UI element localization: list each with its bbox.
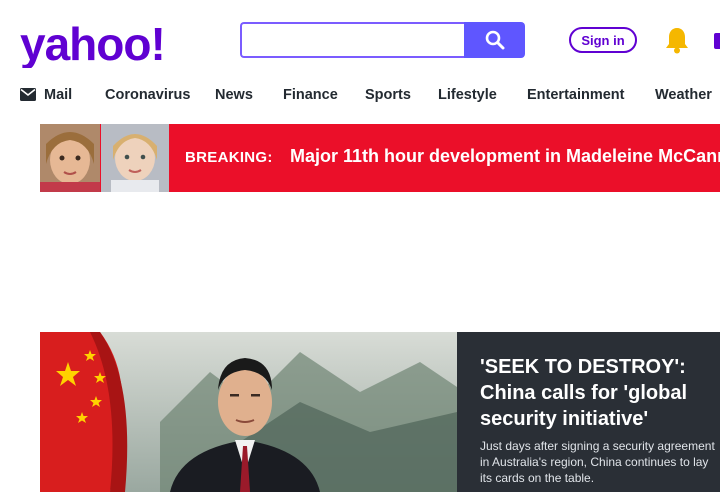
search-button[interactable] <box>464 22 525 58</box>
nav-item-news[interactable]: News <box>215 84 253 106</box>
nav-item-sports[interactable]: Sports <box>365 84 411 106</box>
svg-text:yahoo!: yahoo! <box>20 18 165 68</box>
breaking-thumbnail-2 <box>101 124 169 192</box>
search-icon <box>485 30 504 50</box>
story-image <box>40 332 457 492</box>
top-story-card[interactable]: 'SEEK TO DESTROY': China calls for 'glob… <box>40 332 720 492</box>
mail-icon <box>20 88 36 101</box>
nav-item-finance[interactable]: Finance <box>283 84 338 106</box>
breaking-news-banner[interactable]: BREAKING: Major 11th hour development in… <box>40 124 720 192</box>
breaking-headline[interactable]: Major 11th hour development in Madeleine… <box>290 146 720 167</box>
mail-app-icon[interactable] <box>714 33 720 49</box>
story-text-panel: 'SEEK TO DESTROY': China calls for 'glob… <box>457 332 720 492</box>
sign-in-button[interactable]: Sign in <box>569 27 637 53</box>
nav-item-mail[interactable]: Mail <box>44 84 72 106</box>
yahoo-logo[interactable]: yahoo! <box>20 18 190 68</box>
breaking-label: BREAKING: <box>185 149 273 166</box>
search-bar <box>240 22 525 58</box>
nav-item-weather[interactable]: Weather <box>655 84 712 106</box>
bell-icon[interactable] <box>664 26 690 54</box>
story-title[interactable]: 'SEEK TO DESTROY': China calls for 'glob… <box>480 354 720 432</box>
story-summary: Just days after signing a security agree… <box>480 439 715 485</box>
breaking-thumbnail-1 <box>40 124 100 192</box>
nav-item-lifestyle[interactable]: Lifestyle <box>438 84 497 106</box>
nav-item-entertainment[interactable]: Entertainment <box>527 84 625 106</box>
search-input[interactable] <box>240 22 465 58</box>
nav-item-coronavirus[interactable]: Coronavirus <box>105 84 190 106</box>
